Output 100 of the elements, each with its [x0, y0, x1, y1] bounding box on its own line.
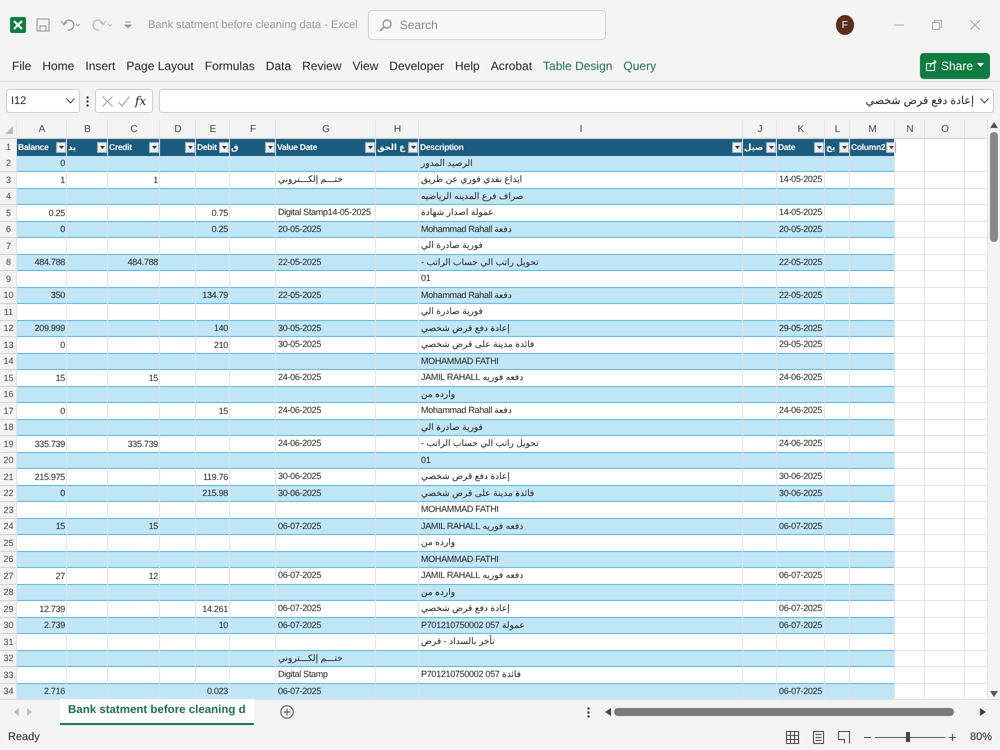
page-break-view-icon[interactable] [838, 730, 850, 744]
row-number[interactable]: 27 [3, 568, 14, 584]
undo-icon[interactable] [60, 18, 82, 32]
column-letter[interactable]: H [394, 122, 402, 137]
ribbon-tab[interactable]: Insert [81, 54, 120, 76]
row-number[interactable]: 31 [3, 634, 14, 650]
column-letter[interactable]: I [580, 122, 582, 137]
row-number[interactable]: 8 [6, 255, 11, 270]
ribbon-tab[interactable]: File [8, 54, 36, 76]
ribbon-tab[interactable]: Home [38, 54, 78, 76]
scrollbar-thumb[interactable] [990, 132, 998, 242]
sheet-tab[interactable]: Bank statment before cleaning d [60, 699, 254, 725]
filter-button[interactable] [766, 142, 776, 153]
filter-button[interactable] [185, 142, 195, 153]
row-number[interactable]: 10 [3, 288, 14, 304]
filter-button[interactable] [814, 142, 824, 153]
column-letter[interactable]: D [174, 122, 182, 137]
row-number[interactable]: 33 [3, 668, 14, 683]
column-letter[interactable]: J [758, 122, 762, 137]
scroll-up-icon[interactable] [990, 122, 998, 128]
slider-thumb[interactable] [906, 732, 910, 742]
share-button[interactable]: Share [920, 52, 990, 78]
row-number[interactable]: 12 [3, 321, 14, 336]
save-icon[interactable] [36, 18, 50, 32]
row-number[interactable]: 28 [3, 585, 14, 600]
name-box[interactable]: I12 [6, 89, 80, 113]
row-number[interactable]: 18 [3, 420, 14, 436]
column-letter[interactable]: F [250, 122, 256, 137]
row-number[interactable]: 15 [3, 370, 14, 386]
ribbon-tab[interactable]: Formulas [200, 54, 259, 76]
page-layout-view-icon[interactable] [812, 730, 824, 744]
filter-button[interactable] [56, 142, 66, 153]
scroll-right-icon[interactable] [980, 708, 986, 716]
ribbon-tab[interactable]: Review [298, 54, 346, 76]
ribbon-tab[interactable]: Query [619, 54, 660, 76]
row-number[interactable]: 11 [4, 304, 14, 320]
column-letter[interactable]: K [798, 122, 804, 137]
formula-field[interactable]: إعادة دفع قرض شخصي [159, 89, 994, 113]
row-number[interactable]: 3 [6, 172, 11, 188]
row-number[interactable]: 34 [3, 684, 14, 699]
row-number[interactable]: 5 [6, 206, 11, 221]
row-number[interactable]: 22 [3, 486, 14, 502]
row-number[interactable]: 13 [3, 338, 14, 353]
filter-button[interactable] [149, 142, 159, 153]
filter-button[interactable] [408, 142, 418, 153]
filter-button[interactable] [97, 142, 107, 153]
more-options-icon[interactable] [86, 96, 89, 106]
filter-button[interactable] [732, 142, 742, 153]
row-number[interactable]: 7 [6, 238, 11, 254]
row-number[interactable]: 16 [3, 387, 14, 402]
column-letter[interactable]: M [868, 122, 877, 137]
row-number[interactable]: 23 [3, 502, 14, 518]
zoom-in-icon[interactable] [948, 734, 956, 740]
filter-button[interactable] [839, 142, 849, 153]
column-letter[interactable]: N [906, 122, 914, 137]
row-number[interactable]: 4 [6, 189, 11, 204]
row-number[interactable]: 6 [6, 222, 11, 238]
ribbon-tab[interactable]: Table Design [539, 54, 616, 76]
filter-button[interactable] [219, 142, 229, 153]
column-letter[interactable]: O [941, 122, 949, 137]
column-letter[interactable]: G [322, 122, 330, 137]
row-number[interactable]: 19 [3, 436, 14, 452]
zoom-level[interactable]: 80% [970, 728, 992, 746]
row-number[interactable]: 17 [3, 404, 14, 419]
normal-view-icon[interactable] [786, 730, 799, 744]
column-letter[interactable]: B [84, 122, 91, 137]
row-number[interactable]: 26 [3, 552, 14, 568]
row-number[interactable]: 25 [3, 536, 14, 551]
column-letter[interactable]: L [834, 122, 840, 137]
row-number[interactable]: 30 [3, 618, 14, 634]
row-number[interactable]: 29 [3, 602, 14, 617]
filter-button[interactable] [265, 142, 275, 153]
row-number[interactable]: 9 [6, 272, 11, 287]
column-letter[interactable]: C [130, 122, 138, 137]
scroll-left-icon[interactable] [605, 708, 611, 716]
ribbon-tab[interactable]: Page Layout [122, 54, 198, 76]
scroll-down-icon[interactable] [990, 691, 998, 697]
row-number[interactable]: 32 [3, 651, 14, 666]
row-number[interactable]: 20 [3, 453, 14, 468]
insert-function-button[interactable]: fx [135, 92, 146, 110]
ribbon-tab[interactable]: Acrobat [486, 54, 536, 76]
ribbon-tab[interactable]: Developer [385, 54, 448, 76]
column-letter[interactable]: A [38, 122, 46, 137]
ribbon-tab[interactable]: View [348, 54, 382, 76]
expand-icon[interactable] [980, 98, 989, 104]
zoom-slider[interactable] [874, 732, 945, 742]
column-letter[interactable]: E [210, 122, 216, 137]
filter-button[interactable] [365, 142, 375, 153]
user-avatar[interactable]: F [836, 15, 854, 35]
filter-button[interactable] [886, 142, 896, 153]
more-options-icon[interactable] [587, 706, 590, 718]
add-sheet-icon[interactable] [280, 705, 294, 719]
row-number[interactable]: 2 [6, 156, 11, 172]
row-number[interactable]: 1 [6, 140, 11, 155]
row-number[interactable]: 14 [3, 354, 14, 370]
scrollbar-thumb[interactable] [614, 708, 954, 716]
customize-toolbar-icon[interactable] [124, 20, 132, 30]
row-number[interactable]: 24 [3, 519, 14, 534]
row-number[interactable]: 21 [3, 470, 14, 485]
ribbon-tab[interactable]: Help [451, 54, 484, 76]
